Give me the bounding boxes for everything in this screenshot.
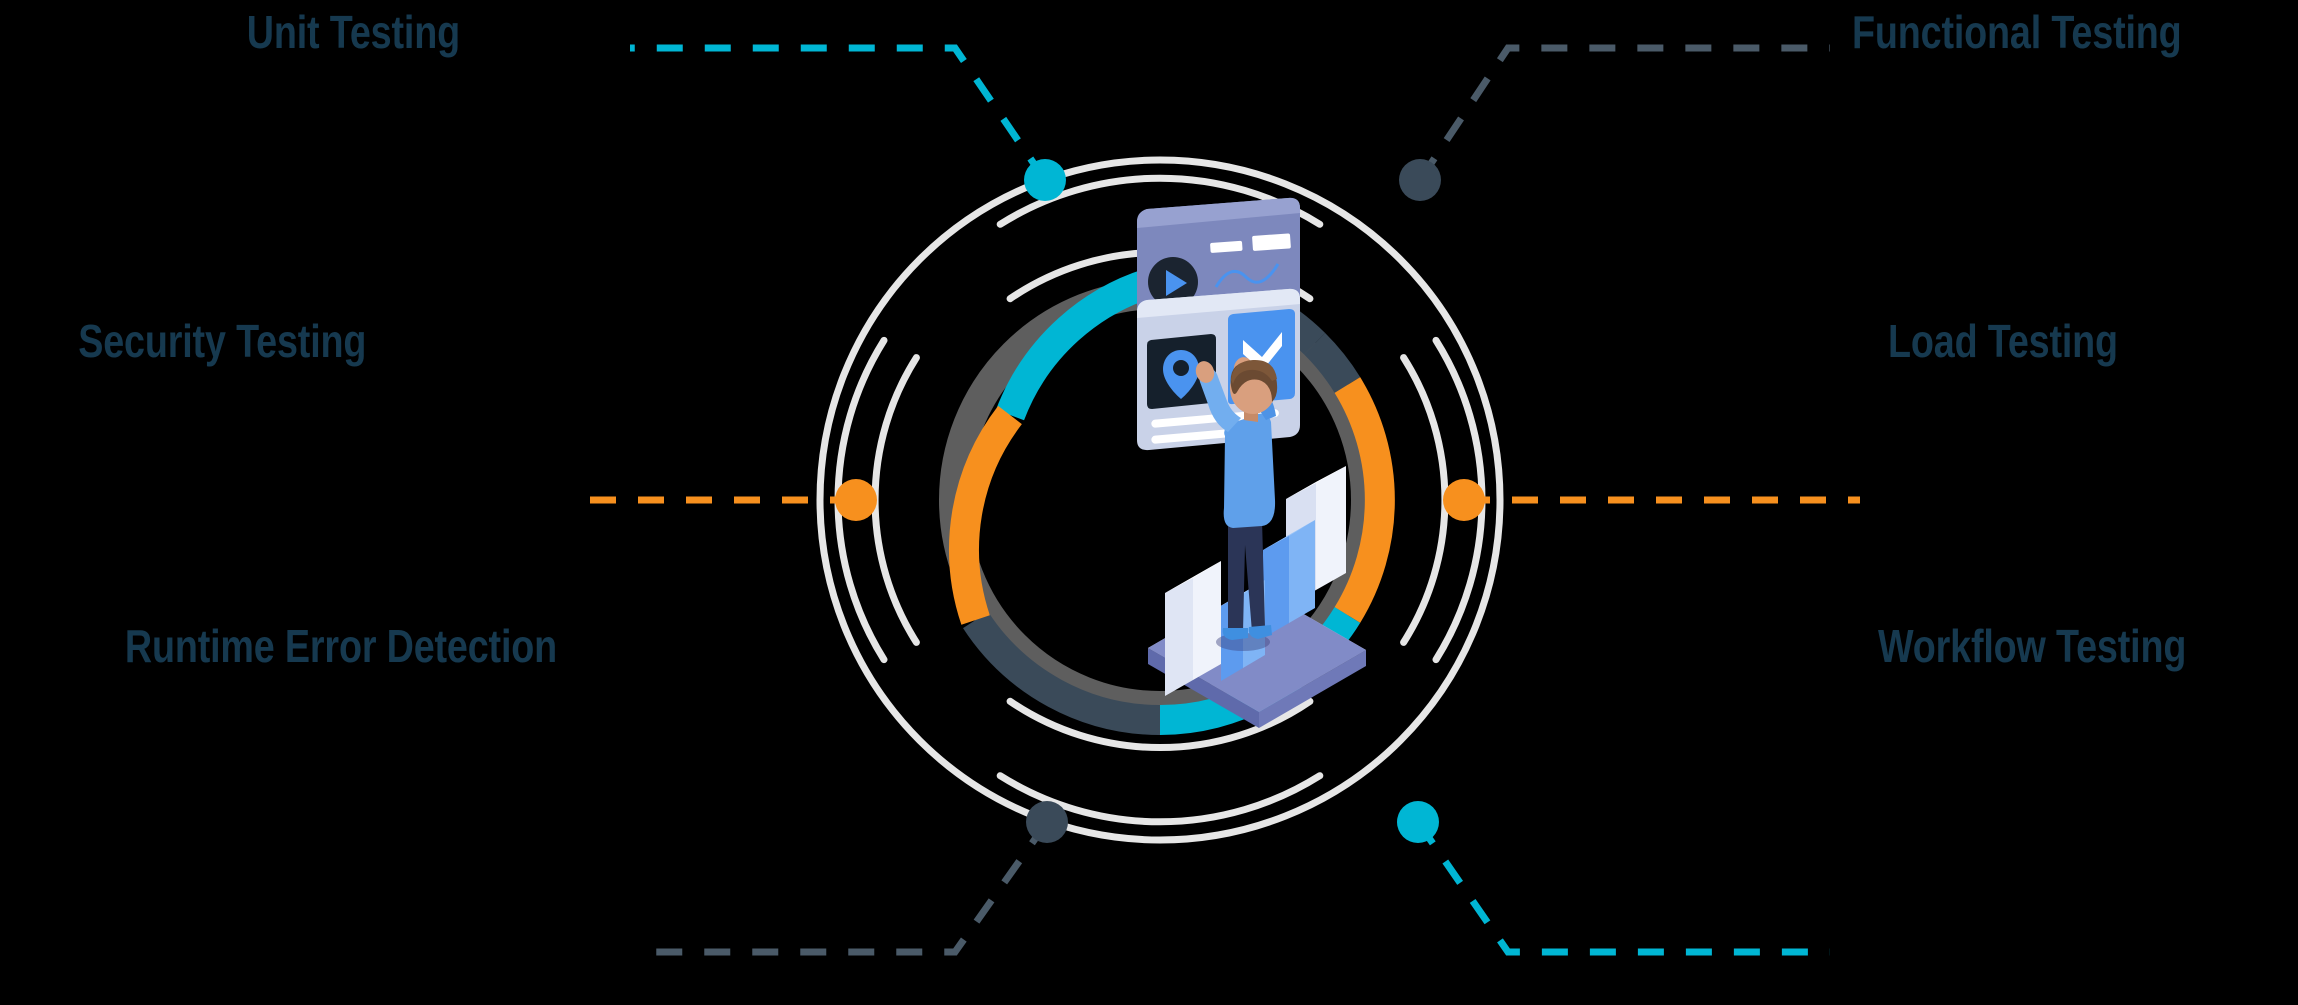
label-security-testing[interactable]: Security Testing bbox=[78, 318, 366, 364]
connector-runtime-error-detection bbox=[640, 819, 1050, 956]
label-load-testing[interactable]: Load Testing bbox=[1888, 318, 2118, 364]
node-dot-unit-testing[interactable] bbox=[1024, 159, 1066, 201]
node-dot-functional-testing[interactable] bbox=[1399, 159, 1441, 201]
label-runtime-error-detection[interactable]: Runtime Error Detection bbox=[125, 623, 557, 669]
label-functional-testing[interactable]: Functional Testing bbox=[1852, 9, 2182, 55]
connector-unit-testing bbox=[630, 44, 1048, 182]
node-dot-load-testing[interactable] bbox=[1443, 479, 1485, 521]
center-illustration bbox=[1137, 197, 1366, 728]
label-workflow-testing[interactable]: Workflow Testing bbox=[1878, 623, 2186, 669]
dashboard-panel-bottom bbox=[1137, 288, 1300, 451]
node-dot-workflow-testing[interactable] bbox=[1397, 801, 1439, 843]
diagram-canvas: Unit Testing Functional Testing Security… bbox=[0, 0, 2298, 1005]
label-unit-testing[interactable]: Unit Testing bbox=[247, 9, 460, 55]
radial-diagram-svg bbox=[588, 44, 1860, 956]
node-dot-runtime-error-detection[interactable] bbox=[1026, 801, 1068, 843]
connector-workflow-testing bbox=[1415, 820, 1830, 956]
connector-functional-testing bbox=[1417, 44, 1830, 182]
node-dot-security-testing[interactable] bbox=[835, 479, 877, 521]
